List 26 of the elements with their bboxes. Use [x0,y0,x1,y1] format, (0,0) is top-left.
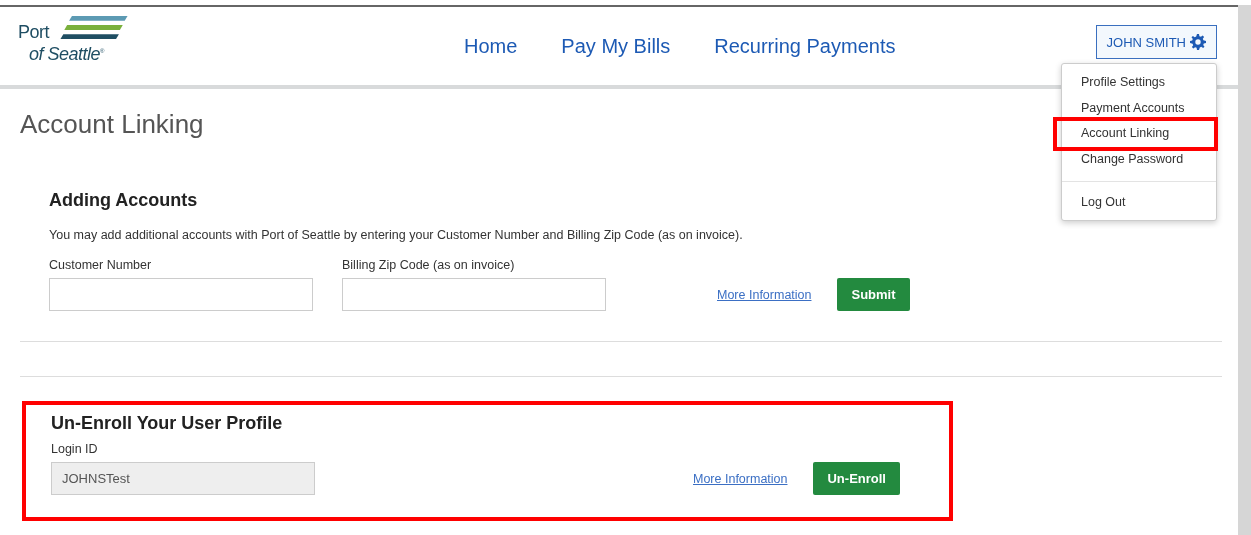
description-text: You may add additional accounts with Port of Seattle by entering your Customer Number and Billing Zip Code (as on invoice). [49,228,744,242]
user-menu-button[interactable]: JOHN SMITH [1095,25,1217,59]
scrollbar[interactable] [1238,5,1251,535]
more-information-link[interactable]: More Information [717,287,812,302]
menu-item[interactable]: Account Linking [1062,121,1189,147]
menu-item[interactable]: Payment Accounts [1062,95,1204,121]
gear-icon [1190,34,1206,50]
menu-item[interactable]: Profile Settings [1062,70,1185,96]
page-title: Account Linking [20,109,204,140]
nav-link[interactable]: Home [464,34,518,58]
nav-link[interactable]: Pay My Bills [561,34,671,58]
logo[interactable]: Port of Seattle$^{®}$ [18,14,134,64]
more-information-link[interactable]: More Information [693,471,788,486]
nav-link[interactable]: Recurring Payments [714,34,896,58]
input-field: JOHNSTest [51,462,315,495]
section-heading: Adding Accounts [49,190,198,211]
menu-item[interactable]: Change Password [1062,146,1203,172]
unenroll-button[interactable]: Un-Enroll [813,462,900,495]
input-field[interactable] [49,278,313,311]
submit-button[interactable]: Submit [837,278,910,311]
menu-item[interactable]: Log Out [1062,190,1145,216]
section-heading: Un-Enroll Your User Profile [51,413,283,434]
field-label: Login ID [51,442,98,456]
field-label: Billing Zip Code (as on invoice) [342,258,515,272]
input-field[interactable] [342,278,606,311]
field-label: Customer Number [49,258,152,272]
